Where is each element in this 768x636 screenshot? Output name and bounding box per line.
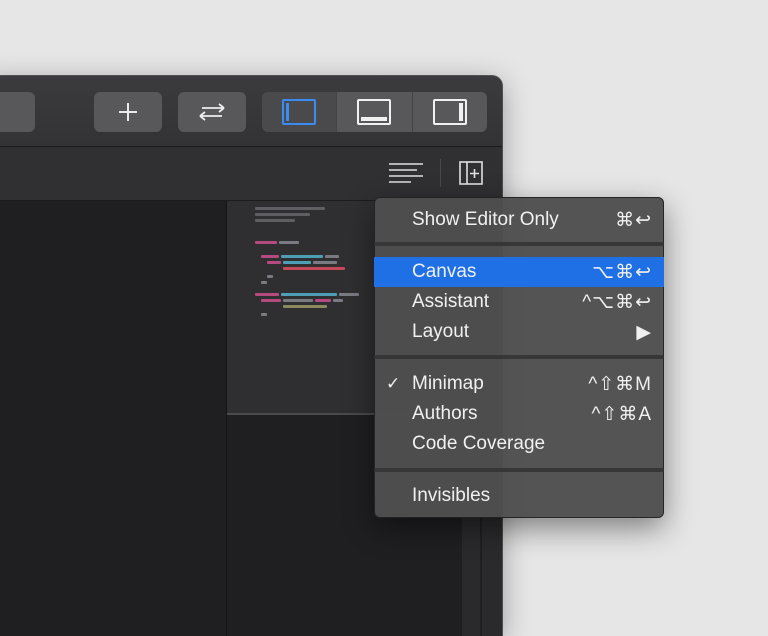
add-editor-icon[interactable] <box>458 160 484 186</box>
navigator-panel-icon <box>282 99 317 125</box>
menu-item-code-coverage[interactable]: Code Coverage <box>374 429 664 459</box>
minimap-line <box>255 219 295 222</box>
minimap-line <box>261 299 281 302</box>
source-editor[interactable] <box>0 201 226 636</box>
inspector-toggle[interactable] <box>413 92 487 132</box>
menu-item-label: Canvas <box>412 261 477 282</box>
menu-item-shortcut: ^⌥⌘↩ <box>582 291 652 313</box>
menu-item-authors[interactable]: Authors ^⇧⌘A <box>374 399 664 429</box>
minimap-line <box>283 267 345 270</box>
editor-options-menu: Show Editor Only ⌘↩ Canvas ⌥⌘↩ Assistant… <box>374 197 664 518</box>
add-button[interactable] <box>94 92 162 132</box>
debug-area-toggle[interactable] <box>337 92 413 132</box>
menu-item-shortcut: ⌥⌘↩ <box>592 261 652 283</box>
menu-item-label: Minimap <box>412 373 484 394</box>
plus-icon <box>119 103 137 121</box>
menu-item-assistant[interactable]: Assistant ^⌥⌘↩ <box>374 287 664 317</box>
minimap-line <box>283 261 311 264</box>
minimap-line <box>281 255 323 258</box>
minimap-line <box>255 293 279 296</box>
minimap-line <box>255 213 310 216</box>
minimap-line <box>279 241 299 244</box>
menu-item-canvas[interactable]: Canvas ⌥⌘↩ <box>374 257 664 287</box>
jump-bar <box>0 147 502 201</box>
menu-item-label: Assistant <box>412 291 490 312</box>
menu-separator <box>374 242 664 246</box>
minimap-line <box>267 275 273 278</box>
editor-options-icon[interactable] <box>388 161 424 185</box>
menu-item-shortcut: ^⇧⌘A <box>591 403 652 425</box>
toolbar <box>0 76 502 147</box>
minimap-line <box>325 255 339 258</box>
minimap-line <box>283 305 327 308</box>
swap-button[interactable] <box>178 92 246 132</box>
menu-item-label: Show Editor Only <box>412 209 559 230</box>
minimap-line <box>333 299 343 302</box>
menu-item-show-editor-only[interactable]: Show Editor Only ⌘↩ <box>374 205 664 235</box>
menu-item-invisibles[interactable]: Invisibles <box>374 481 664 511</box>
menu-item-shortcut: ^⇧⌘M <box>588 373 652 395</box>
minimap-line <box>261 313 267 316</box>
jump-bar-divider <box>440 159 441 187</box>
inspector-panel-icon <box>432 99 467 125</box>
menu-separator <box>374 355 664 359</box>
toolbar-left-button[interactable] <box>0 92 35 132</box>
minimap-line <box>281 293 337 296</box>
checkmark-icon: ✓ <box>386 374 401 393</box>
minimap-line <box>283 299 313 302</box>
menu-item-label: Invisibles <box>412 485 491 506</box>
minimap-line <box>261 281 267 284</box>
menu-item-minimap[interactable]: ✓ Minimap ^⇧⌘M <box>374 369 664 399</box>
swap-arrows-icon <box>199 103 225 121</box>
minimap-line <box>267 261 281 264</box>
menu-item-layout[interactable]: Layout ▶ <box>374 317 664 347</box>
minimap-line <box>315 299 331 302</box>
minimap-line <box>255 207 325 210</box>
menu-item-label: Code Coverage <box>412 433 546 454</box>
minimap-line <box>339 293 359 296</box>
debug-panel-icon <box>357 99 392 125</box>
menu-item-label: Authors <box>412 403 478 424</box>
layout-toggle-group <box>262 92 487 132</box>
submenu-arrow-icon: ▶ <box>636 321 652 343</box>
menu-item-shortcut: ⌘↩ <box>615 209 652 231</box>
minimap-line <box>255 241 277 244</box>
menu-separator <box>374 468 664 472</box>
minimap-line <box>261 255 279 258</box>
minimap-line <box>313 261 337 264</box>
menu-item-label: Layout <box>412 321 470 342</box>
navigator-toggle[interactable] <box>262 92 338 132</box>
